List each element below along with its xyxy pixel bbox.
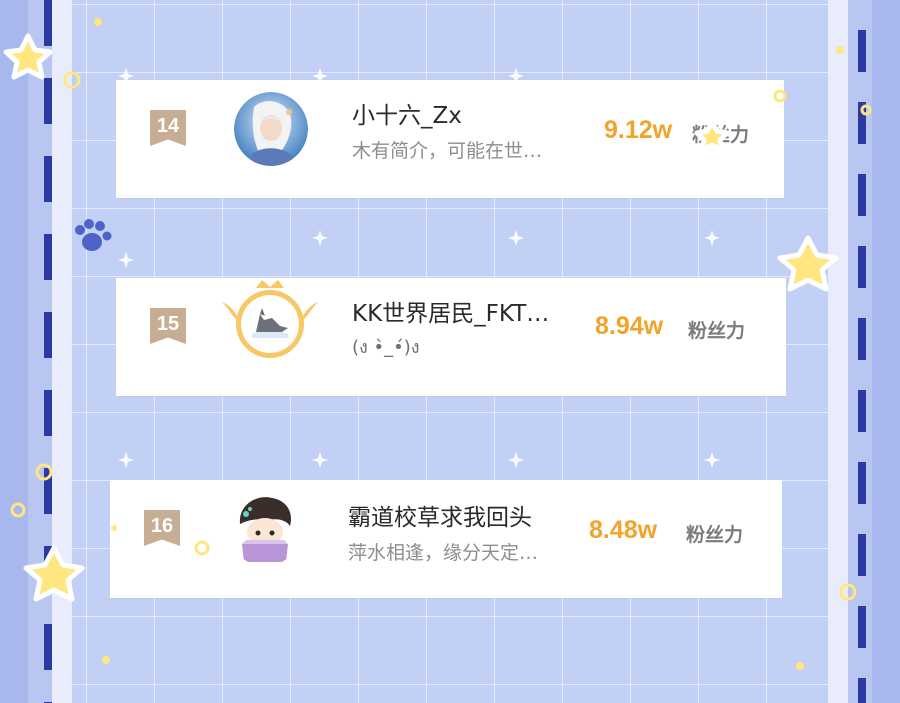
ring-icon <box>773 89 787 103</box>
dot-icon <box>111 525 117 531</box>
star-icon <box>23 545 85 602</box>
star-icon <box>694 119 730 153</box>
ring-icon <box>63 71 81 89</box>
ring-icon <box>10 502 26 518</box>
dot-icon <box>796 662 804 670</box>
ring-icon <box>194 540 210 556</box>
star-decorations <box>3 18 872 670</box>
star-icon <box>3 33 53 80</box>
dot-icon <box>102 656 110 664</box>
dot-icon <box>94 18 102 26</box>
ring-icon <box>839 583 857 601</box>
paw-icon <box>75 219 112 251</box>
ring-icon <box>860 104 872 116</box>
star-icon <box>777 235 839 292</box>
dot-icon <box>836 46 844 54</box>
ring-icon <box>35 463 53 481</box>
